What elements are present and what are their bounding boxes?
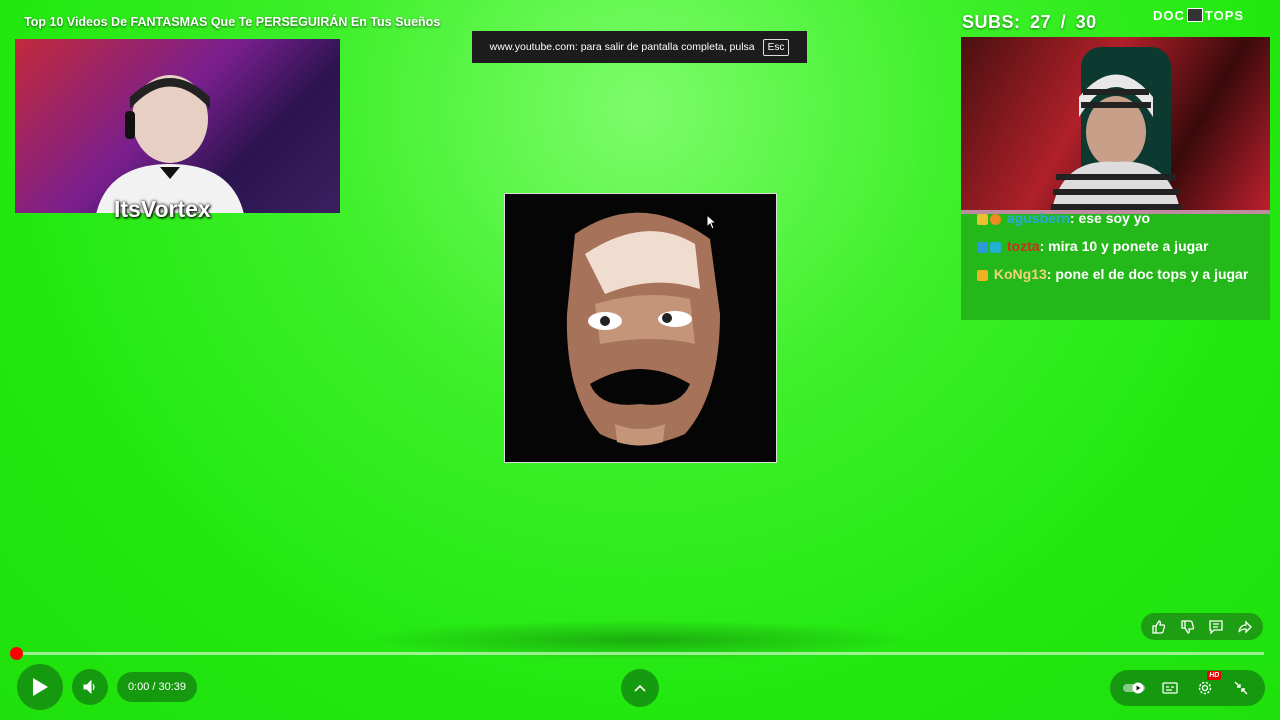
- doc-tops-logo: DOC TOPS: [1153, 7, 1273, 23]
- chat-username: agusbern: [1006, 210, 1070, 226]
- chat-separator: :: [1069, 210, 1075, 226]
- chat-badge-icon: [990, 213, 1001, 225]
- subtitles-button[interactable]: [1158, 676, 1182, 700]
- esc-key: Esc: [762, 38, 790, 56]
- subs-label: SUBS:: [962, 12, 1021, 32]
- time-display: 0:00 / 30:39: [117, 672, 197, 702]
- chat-badge-icon: [977, 269, 988, 281]
- chat-separator: :: [1046, 266, 1052, 282]
- chevron-up-icon: [634, 684, 646, 692]
- logo-text-right: TOPS: [1204, 7, 1245, 23]
- streamer-name: ItsVortex: [114, 196, 211, 222]
- hd-badge: HD: [1207, 671, 1222, 680]
- guest-webcam: [961, 37, 1270, 214]
- subtitles-icon: [1161, 682, 1178, 694]
- progress-scrubber[interactable]: [10, 647, 23, 660]
- guest-figure: [1051, 47, 1181, 214]
- chat-username: KoNg13: [993, 266, 1047, 282]
- expand-button[interactable]: [621, 669, 659, 707]
- chat-message: agusbern: ese soy yo: [977, 208, 1262, 228]
- settings-button[interactable]: HD: [1193, 671, 1222, 700]
- share-icon[interactable]: [1235, 617, 1255, 637]
- fullscreen-notice: www.youtube.com: para salir de pantalla …: [472, 31, 807, 63]
- subs-counter: SUBS: 27 / 30: [962, 12, 1097, 33]
- exit-fullscreen-icon: [1234, 681, 1248, 695]
- chat-badge-icon: [977, 213, 988, 225]
- logo-face-icon: [1186, 8, 1203, 22]
- chat-text: pone el de doc tops y a jugar: [1055, 266, 1249, 282]
- chat-separator: :: [1039, 238, 1045, 254]
- autoplay-toggle[interactable]: [1122, 676, 1146, 700]
- chat-message: tozta: mira 10 y ponete a jugar: [977, 236, 1262, 256]
- volume-icon: [83, 680, 95, 694]
- streamer-webcam: [15, 39, 340, 213]
- gear-icon: [1199, 681, 1212, 695]
- right-controls: HD: [1110, 670, 1265, 706]
- progress-bar[interactable]: [16, 652, 1264, 655]
- mouse-cursor-icon: [706, 214, 718, 230]
- fullscreen-notice-text: www.youtube.com: para salir de pantalla …: [489, 41, 755, 53]
- logo-text-left: DOC: [1153, 7, 1185, 23]
- subs-current: 27: [1030, 12, 1052, 32]
- video-actions: [1141, 613, 1263, 640]
- exit-fullscreen-button[interactable]: [1229, 676, 1253, 700]
- chat-text: ese soy yo: [1078, 210, 1151, 226]
- play-button[interactable]: [17, 664, 63, 710]
- chat-text: mira 10 y ponete a jugar: [1048, 238, 1209, 254]
- autoplay-toggle-icon: [1122, 682, 1145, 694]
- chat-panel: agusbern: ese soy yo tozta: mira 10 y po…: [961, 210, 1270, 320]
- chat-badge-icon: [990, 241, 1001, 253]
- ghost-face-image: [504, 193, 777, 463]
- comment-icon[interactable]: [1206, 617, 1226, 637]
- chat-badge-icon: [977, 241, 988, 253]
- thumbs-down-icon[interactable]: [1178, 617, 1198, 637]
- play-icon: [33, 678, 48, 696]
- video-title: Top 10 Videos De FANTASMAS Que Te PERSEG…: [24, 15, 441, 29]
- chat-username: tozta: [1006, 238, 1040, 254]
- streamer-figure: [96, 75, 244, 213]
- subs-goal: / 30: [1060, 12, 1097, 32]
- ghost-face-graphic: [505, 194, 776, 462]
- volume-button[interactable]: [72, 669, 108, 705]
- thumbs-up-icon[interactable]: [1149, 617, 1169, 637]
- chat-message: KoNg13: pone el de doc tops y a jugar: [977, 264, 1262, 284]
